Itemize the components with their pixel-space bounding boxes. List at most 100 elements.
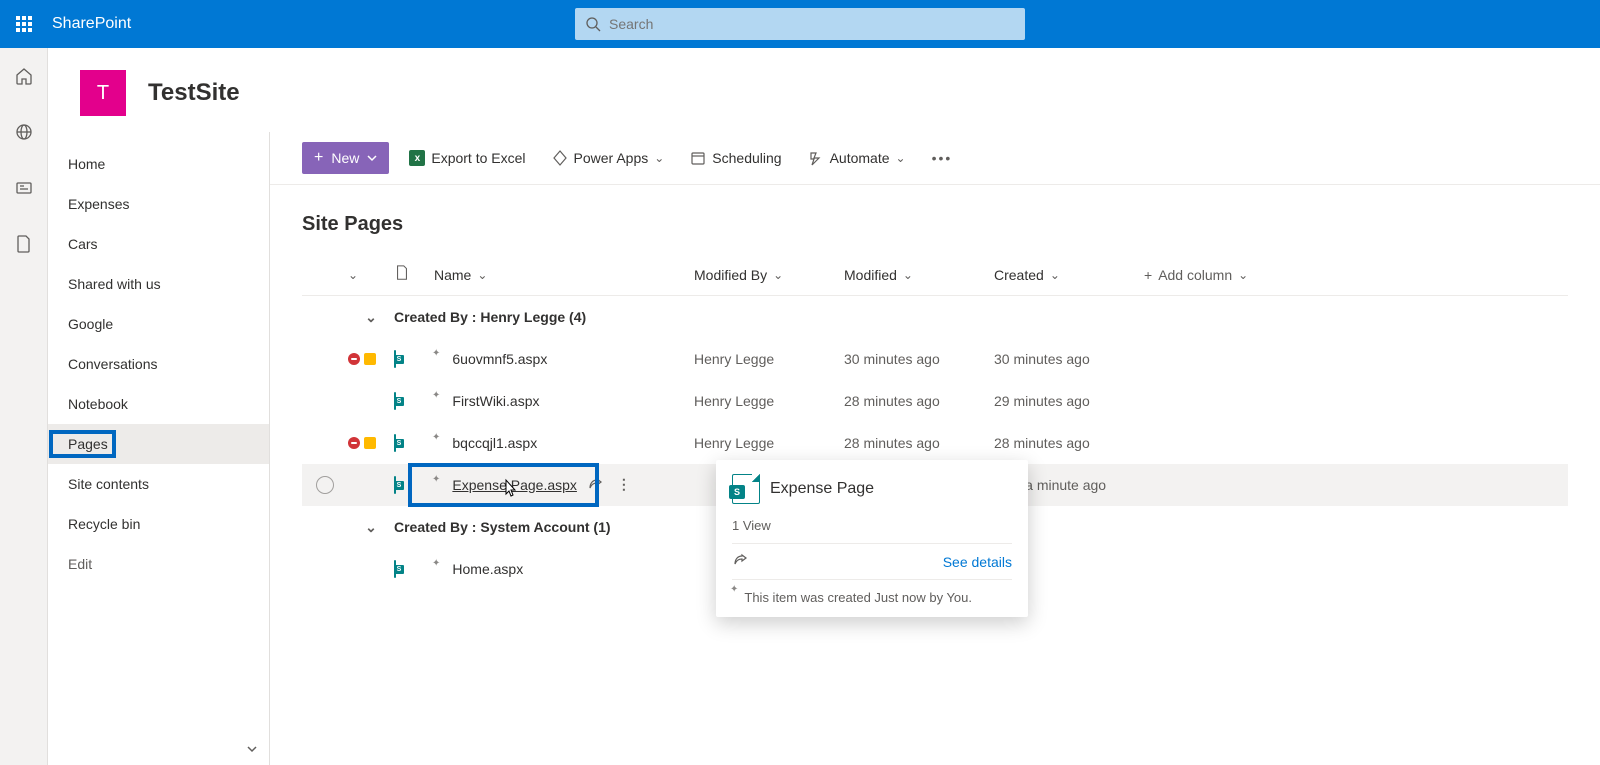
app-launcher[interactable] [0, 0, 48, 48]
modified-cell: 28 minutes ago [844, 435, 994, 451]
sidebar-item-label: Cars [68, 236, 98, 252]
more-actions-icon[interactable]: ⋮ [617, 476, 631, 495]
column-name[interactable]: Name ⌄ [434, 267, 694, 283]
rail-files-icon[interactable] [4, 224, 44, 264]
modified-by-cell: Henry Legge [694, 435, 844, 451]
export-excel-button[interactable]: x Export to Excel [403, 146, 531, 170]
app-rail [0, 48, 48, 765]
filetype-icon: S [394, 561, 434, 577]
powerapps-icon [552, 150, 568, 166]
sidebar-item-recycle-bin[interactable]: Recycle bin [48, 504, 269, 544]
column-modified-by[interactable]: Modified By ⌄ [694, 267, 844, 283]
file-link[interactable]: FirstWiki.aspx [452, 393, 539, 409]
scheduling-button[interactable]: Scheduling [684, 146, 787, 170]
sidebar-item-notebook[interactable]: Notebook [48, 384, 269, 424]
sidebar-item-cars[interactable]: Cars [48, 224, 269, 264]
file-link[interactable]: 6uovmnf5.aspx [452, 351, 547, 367]
sidebar-item-label: Edit [68, 556, 92, 572]
site-logo[interactable]: T [80, 70, 126, 116]
column-modified[interactable]: Modified ⌄ [844, 267, 994, 283]
new-button-label: New [331, 150, 359, 166]
list-title: Site Pages [270, 185, 1600, 254]
search-input[interactable] [601, 16, 1015, 32]
table-row[interactable]: S ✦FirstWiki.aspx Henry Legge 28 minutes… [302, 380, 1568, 422]
flow-icon [808, 150, 824, 166]
search-box[interactable] [575, 8, 1025, 40]
scheduling-label: Scheduling [712, 150, 781, 166]
sidebar-item-label: Recycle bin [68, 516, 140, 532]
sidebar-item-label: Home [68, 156, 105, 172]
group-label: Created By : Henry Legge (4) [394, 309, 1568, 325]
suite-header: SharePoint [0, 0, 1600, 48]
sidebar-item-label: Google [68, 316, 113, 332]
sitepage-icon: S [732, 474, 760, 504]
sidebar-item-pages[interactable]: Pages [48, 424, 269, 464]
group-collapse-icon[interactable]: ⌄ [365, 519, 377, 536]
chevron-down-icon: ⌄ [896, 151, 906, 165]
checkout-icon [348, 353, 360, 365]
power-apps-button[interactable]: Power Apps ⌄ [546, 146, 671, 170]
sidebar-item-label: Notebook [68, 396, 128, 412]
sidebar-item-expenses[interactable]: Expenses [48, 184, 269, 224]
table-row[interactable]: S ✦ bqccqjl1.aspx Henry Legge 28 minutes … [302, 422, 1568, 464]
new-indicator-icon: ✦ [432, 432, 440, 443]
created-cell: 28 minutes ago [994, 435, 1144, 451]
add-column-button[interactable]: + Add column ⌄ [1144, 267, 1568, 283]
shell: T TestSite Home Expenses Cars Shared with u… [0, 48, 1600, 765]
name-cell: ✦ FirstWiki.aspx [434, 393, 694, 409]
column-created[interactable]: Created ⌄ [994, 267, 1144, 283]
sidebar-item-label: Expenses [68, 196, 129, 212]
site-nav: Home Expenses Cars Shared with us Google Conv… [48, 132, 270, 765]
automate-button[interactable]: Automate ⌄ [802, 146, 912, 170]
sidebar-item-shared-with-us[interactable]: Shared with us [48, 264, 269, 304]
group-header[interactable]: ⌄ Created By : Henry Legge (4) [302, 296, 1568, 338]
sidebar-item-label: Site contents [68, 476, 149, 492]
sidebar-item-site-contents[interactable]: Site contents [48, 464, 269, 504]
search-icon [585, 16, 601, 32]
file-link[interactable]: Home.aspx [452, 561, 523, 577]
status-icons [348, 437, 394, 449]
rail-news-icon[interactable] [4, 168, 44, 208]
status-icons [348, 353, 394, 365]
filetype-icon: S [394, 435, 434, 451]
hover-card-views: 1 View [732, 518, 1012, 533]
new-indicator-icon: ✦ [432, 558, 440, 569]
table-row[interactable]: S ✦6uovmnf5.aspx Henry Legge 30 minutes … [302, 338, 1568, 380]
command-bar: + New x Export to Excel Power Apps ⌄ [270, 132, 1600, 185]
filetype-icon: S [394, 393, 434, 409]
sidebar-item-google[interactable]: Google [48, 304, 269, 344]
rail-home-icon[interactable] [4, 56, 44, 96]
plus-icon: + [314, 149, 323, 167]
powerapps-label: Power Apps [574, 150, 649, 166]
draft-icon [364, 353, 376, 365]
sidebar-item-label: Conversations [68, 356, 158, 372]
new-button[interactable]: + New [302, 142, 389, 174]
share-button[interactable] [732, 552, 748, 571]
sidebar-item-edit[interactable]: Edit [48, 544, 269, 584]
sidebar-item-home[interactable]: Home [48, 144, 269, 184]
more-commands-button[interactable]: ••• [926, 146, 959, 170]
nav-collapse-icon[interactable] [245, 742, 259, 759]
file-link[interactable]: Expense Page.aspx [452, 477, 577, 493]
main-content: + New x Export to Excel Power Apps ⌄ [270, 132, 1600, 765]
row-selector[interactable] [316, 476, 334, 494]
file-link[interactable]: bqccqjl1.aspx [452, 435, 537, 451]
file-hover-card: S Expense Page 1 View See details ✦ This… [716, 460, 1028, 617]
excel-icon: x [409, 150, 425, 166]
filetype-column-icon[interactable] [394, 265, 434, 284]
new-indicator-icon: ✦ [432, 390, 440, 401]
site-title[interactable]: TestSite [148, 79, 240, 107]
rail-globe-icon[interactable] [4, 112, 44, 152]
hover-card-activity: This item was created Just now by You. [744, 590, 972, 605]
select-all-toggle[interactable]: ⌄ [348, 268, 394, 282]
column-headers: ⌄ Name ⌄ Modified By ⌄ Modified ⌄ Create… [302, 254, 1568, 296]
sidebar-item-label: Shared with us [68, 276, 161, 292]
created-cell: 30 minutes ago [994, 351, 1144, 367]
group-collapse-icon[interactable]: ⌄ [365, 309, 377, 326]
export-label: Export to Excel [431, 150, 525, 166]
sidebar-item-conversations[interactable]: Conversations [48, 344, 269, 384]
filetype-icon: S [394, 351, 434, 367]
see-details-link[interactable]: See details [943, 554, 1012, 570]
app-name[interactable]: SharePoint [48, 15, 131, 33]
automate-label: Automate [830, 150, 890, 166]
